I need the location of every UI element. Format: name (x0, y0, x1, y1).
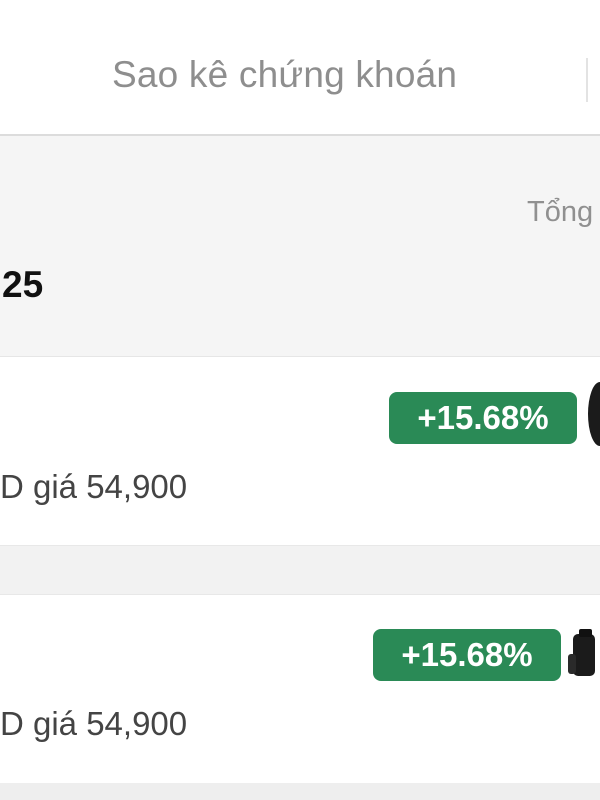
holding-card[interactable]: +15.68% D giá 54,900 (0, 594, 600, 784)
total-label: Tổng (527, 196, 594, 228)
tab-statement-securities[interactable]: Sao kê chứng khoán (112, 54, 457, 96)
price-text: D giá 54,900 (0, 468, 188, 505)
dark-product-thumbnail-icon (568, 629, 595, 676)
next-tab-edge[interactable] (586, 58, 600, 102)
top-tab-bar: Sao kê chứng khoán (0, 0, 600, 136)
holding-card[interactable]: +15.68% D giá 54,900 (0, 357, 600, 546)
percent-change-badge: +15.68% (373, 629, 561, 681)
portfolio-summary: Tổng 25 (0, 136, 600, 357)
price-text: D giá 54,900 (0, 705, 188, 742)
summary-value: 25 (2, 264, 44, 305)
bottom-strip (0, 783, 600, 800)
percent-change-badge: +15.68% (389, 392, 577, 444)
